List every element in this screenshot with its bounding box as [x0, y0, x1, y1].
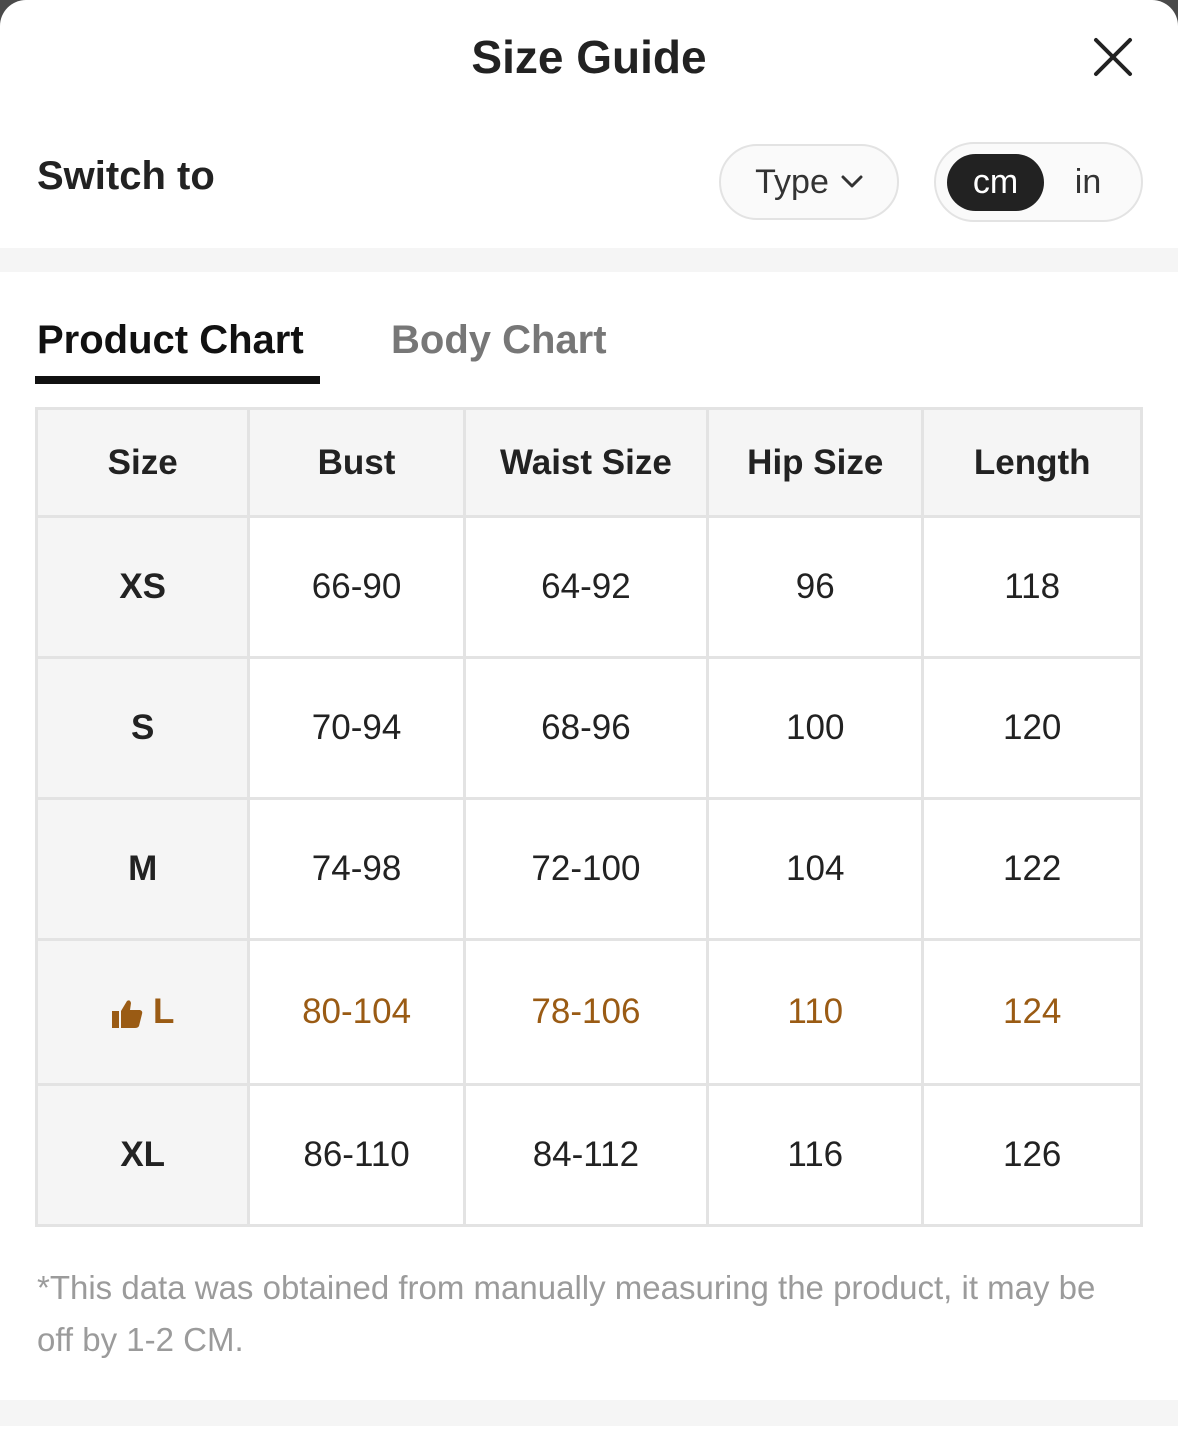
bust-cell: 80-104 — [247, 938, 466, 1086]
switch-label: Switch to — [37, 154, 215, 198]
bust-cell: 70-94 — [247, 656, 466, 800]
waist-cell: 68-96 — [462, 656, 710, 800]
column-header: Length — [921, 407, 1143, 518]
size-cell: XL — [34, 1083, 251, 1227]
tab-body-chart[interactable]: Body Chart — [391, 318, 607, 363]
column-header: Bust — [247, 407, 466, 518]
table-row: XS 66-90 64-92 96 118 — [34, 515, 1143, 659]
active-tab-indicator — [35, 376, 320, 384]
hip-cell: 100 — [706, 656, 925, 800]
hip-cell: 104 — [706, 797, 925, 941]
thumbs-up-icon — [111, 1000, 143, 1028]
chart-tabs: Product Chart Body Chart — [0, 272, 1178, 408]
bust-cell: 66-90 — [247, 515, 466, 659]
length-cell: 126 — [921, 1083, 1143, 1227]
tab-product-chart[interactable]: Product Chart — [37, 318, 304, 363]
length-cell: 118 — [921, 515, 1143, 659]
size-cell: S — [34, 656, 251, 800]
chevron-down-icon — [841, 175, 863, 188]
size-cell: M — [34, 797, 251, 941]
close-button[interactable] — [1090, 34, 1136, 80]
bust-cell: 86-110 — [247, 1083, 466, 1227]
table-row: M 74-98 72-100 104 122 — [34, 797, 1143, 941]
hip-cell: 116 — [706, 1083, 925, 1227]
close-icon — [1094, 38, 1132, 76]
hip-cell: 110 — [706, 938, 925, 1086]
bust-cell: 74-98 — [247, 797, 466, 941]
waist-cell: 84-112 — [462, 1083, 710, 1227]
length-cell: 124 — [921, 938, 1143, 1086]
length-cell: 122 — [921, 797, 1143, 941]
column-header: Waist Size — [462, 407, 710, 518]
waist-cell: 78-106 — [462, 938, 710, 1086]
hip-cell: 96 — [706, 515, 925, 659]
length-cell: 120 — [921, 656, 1143, 800]
column-header: Size — [34, 407, 251, 518]
size-guide-sheet: Size Guide Switch to Type cm in Product … — [0, 0, 1178, 1440]
type-label: Type — [755, 162, 829, 201]
table-row: S 70-94 68-96 100 120 — [34, 656, 1143, 800]
unit-toggle: cm in — [934, 142, 1143, 222]
table-row-recommended: L 80-104 78-106 110 124 — [34, 938, 1143, 1086]
header: Size Guide — [0, 0, 1178, 112]
footer-divider — [0, 1400, 1178, 1426]
section-divider — [0, 248, 1178, 272]
table-header-row: Size Bust Waist Size Hip Size Length — [34, 407, 1143, 518]
size-table: Size Bust Waist Size Hip Size Length XS … — [34, 407, 1143, 1227]
size-cell: L — [34, 938, 251, 1086]
switch-row: Switch to Type cm in — [0, 112, 1178, 248]
size-label: L — [152, 992, 175, 1031]
waist-cell: 72-100 — [462, 797, 710, 941]
table-row: XL 86-110 84-112 116 126 — [34, 1083, 1143, 1227]
waist-cell: 64-92 — [462, 515, 710, 659]
unit-in-option[interactable]: in — [1056, 154, 1120, 211]
measurement-note: *This data was obtained from manually me… — [37, 1269, 1096, 1358]
size-cell: XS — [34, 515, 251, 659]
column-header: Hip Size — [706, 407, 925, 518]
type-dropdown[interactable]: Type — [719, 144, 899, 220]
unit-cm-option[interactable]: cm — [947, 154, 1044, 211]
page-title: Size Guide — [471, 31, 707, 83]
